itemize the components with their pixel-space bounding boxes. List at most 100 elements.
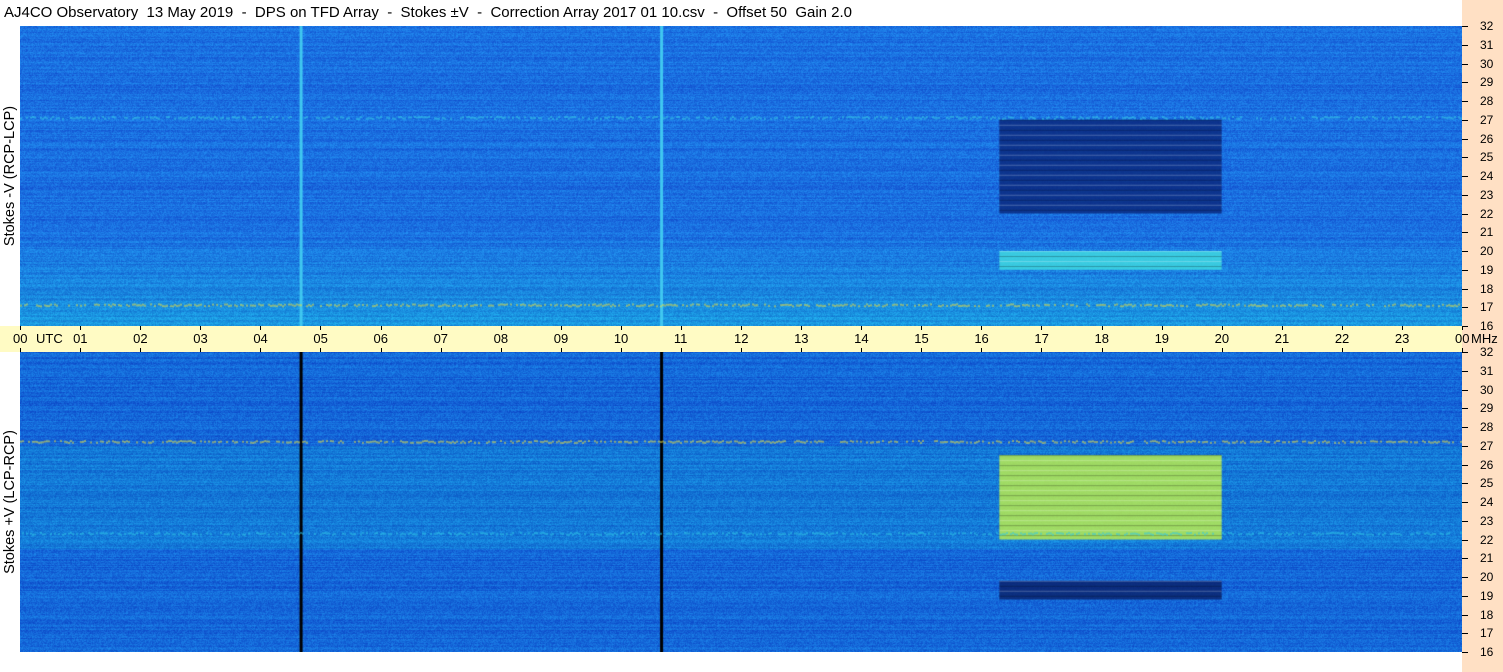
time-tick-label: 05: [313, 331, 328, 346]
freq-tick-mark: [1462, 63, 1468, 65]
time-tick-label: 01: [73, 331, 88, 346]
time-tick-label: 13: [794, 331, 809, 346]
time-tick-mark: [861, 326, 863, 330]
freq-tick-label: 20: [1480, 570, 1494, 584]
freq-tick-mark: [1462, 232, 1468, 234]
time-axis: [0, 326, 1462, 352]
freq-tick-mark: [1462, 176, 1468, 177]
freq-tick-label: 24: [1480, 495, 1494, 509]
freq-tick-mark: [1462, 464, 1468, 466]
time-tick-mark: [500, 326, 502, 330]
time-tick-mark: [921, 348, 923, 352]
freq-tick-mark: [1462, 370, 1468, 372]
time-tick-mark: [1041, 326, 1043, 330]
freq-tick-label: 29: [1480, 75, 1494, 90]
time-tick-mark: [1041, 348, 1043, 352]
panel-top-ylabel: Stokes -V (RCP-LCP): [2, 105, 18, 247]
freq-tick-mark: [1462, 307, 1468, 309]
time-tick-mark: [560, 348, 562, 352]
time-tick-label: 06: [373, 331, 388, 346]
freq-tick-label: 31: [1480, 363, 1494, 378]
time-tick-label: 10: [613, 331, 629, 346]
time-tick-mark: [500, 348, 502, 352]
freq-tick-mark: [1462, 194, 1468, 196]
freq-tick-mark: [1462, 157, 1468, 159]
time-tick-mark: [1341, 326, 1343, 330]
freq-tick-label: 26: [1480, 131, 1494, 146]
freq-tick-label: 28: [1480, 94, 1494, 108]
freq-tick-mark: [1462, 577, 1468, 578]
freq-tick-mark: [1462, 389, 1468, 391]
time-tick-mark: [320, 348, 322, 352]
freq-tick-mark: [1462, 408, 1468, 410]
freq-tick-mark: [1462, 502, 1468, 503]
time-tick-mark: [981, 326, 983, 330]
freq-tick-label: 20: [1480, 244, 1494, 258]
freq-tick-label: 21: [1480, 225, 1494, 240]
time-tick-mark: [1161, 348, 1163, 352]
time-tick-mark: [20, 348, 21, 352]
freq-tick-mark: [1462, 269, 1468, 271]
time-tick-label: 14: [854, 331, 869, 346]
time-tick-label: 21: [1274, 331, 1290, 346]
freq-tick-label: 16: [1480, 319, 1494, 333]
time-tick-mark: [1401, 348, 1403, 352]
time-tick-mark: [440, 348, 442, 352]
time-tick-label: 23: [1394, 331, 1410, 346]
panel-bottom-ylabel: Stokes +V (LCP-RCP): [2, 430, 18, 574]
freq-tick-label: 32: [1480, 345, 1494, 359]
time-tick-label: 03: [193, 331, 208, 346]
freq-tick-label: 22: [1480, 206, 1494, 221]
time-tick-label: 11: [673, 331, 688, 346]
freq-tick-label: 16: [1480, 645, 1494, 659]
time-tick-mark: [1101, 348, 1103, 352]
time-tick-label: 00: [1455, 331, 1470, 346]
time-tick-mark: [680, 348, 682, 352]
freq-tick-mark: [1462, 326, 1468, 327]
time-tick-label: 08: [493, 331, 509, 346]
freq-tick-mark: [1462, 633, 1468, 635]
freq-tick-label: 30: [1480, 56, 1494, 71]
freq-tick-label: 27: [1480, 438, 1494, 453]
freq-tick-mark: [1462, 352, 1468, 353]
freq-tick-mark: [1462, 119, 1468, 121]
time-tick-mark: [380, 348, 382, 352]
time-tick-label: 19: [1154, 331, 1170, 346]
time-tick-label: 12: [734, 331, 749, 346]
time-tick-label: 07: [433, 331, 449, 346]
time-tick-mark: [140, 326, 142, 330]
time-tick-label: 20: [1214, 331, 1230, 346]
freq-tick-mark: [1462, 44, 1468, 46]
time-tick-mark: [801, 348, 803, 352]
time-tick-mark: [320, 326, 322, 330]
time-tick-mark: [1341, 348, 1343, 352]
time-tick-mark: [20, 326, 21, 330]
time-tick-label: 09: [553, 331, 569, 346]
time-tick-mark: [560, 326, 562, 330]
freq-tick-label: 19: [1480, 588, 1494, 603]
time-tick-label: 15: [914, 331, 929, 346]
time-tick-mark: [801, 326, 803, 330]
time-tick-mark: [741, 326, 742, 330]
time-tick-mark: [1221, 326, 1223, 330]
freq-tick-label: 18: [1480, 607, 1494, 622]
time-tick-mark: [260, 348, 262, 352]
freq-tick-label: 26: [1480, 457, 1494, 472]
time-tick-mark: [140, 348, 142, 352]
time-tick-mark: [620, 326, 622, 330]
time-tick-label: 22: [1334, 331, 1350, 346]
time-tick-mark: [1101, 326, 1103, 330]
freq-tick-mark: [1462, 26, 1468, 27]
time-tick-mark: [1281, 348, 1283, 352]
freq-tick-label: 17: [1480, 626, 1494, 641]
freq-tick-mark: [1462, 288, 1468, 290]
time-tick-mark: [260, 326, 262, 330]
time-tick-mark: [1281, 326, 1283, 330]
time-tick-mark: [680, 326, 682, 330]
freq-tick-label: 27: [1480, 112, 1494, 127]
freq-tick-label: 29: [1480, 401, 1494, 416]
freq-tick-mark: [1462, 595, 1468, 597]
freq-tick-label: 22: [1480, 532, 1494, 547]
freq-tick-label: 23: [1480, 513, 1494, 528]
freq-tick-mark: [1462, 539, 1468, 541]
